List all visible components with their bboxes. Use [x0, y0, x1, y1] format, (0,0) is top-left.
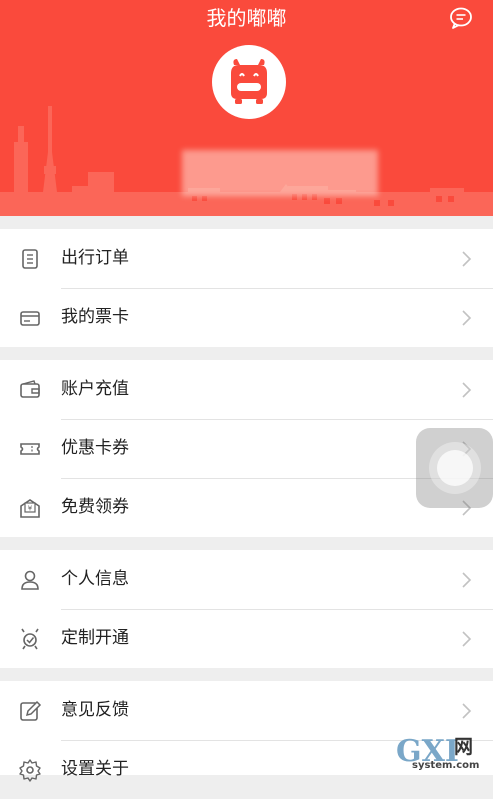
menu-item-my-tickets[interactable]: 我的票卡: [0, 288, 493, 347]
menu-item-label: 个人信息: [61, 569, 129, 589]
order-list-icon: [22, 249, 38, 269]
menu-item-label: 设置关于: [61, 759, 129, 779]
menu-item-label: 我的票卡: [61, 307, 129, 327]
car-mascot-icon: [231, 59, 267, 104]
person-icon: [21, 570, 39, 590]
chevron-right-icon: [462, 631, 472, 647]
edit-icon: [20, 700, 42, 721]
assistive-touch-core: [437, 450, 473, 486]
profile-header: 我的嘟嘟: [0, 0, 493, 216]
site-watermark: GXI 网 system.com: [396, 735, 488, 773]
svg-text:¥: ¥: [28, 505, 33, 513]
menu-item-custom-route[interactable]: 定制开通: [0, 609, 493, 668]
wallet-icon: [20, 380, 40, 398]
menu-section-profile: 个人信息 定制开通: [0, 550, 493, 668]
chevron-right-icon: [462, 572, 472, 588]
chevron-right-icon: [462, 251, 472, 267]
menu-item-account-recharge[interactable]: 账户充值: [0, 360, 493, 419]
chat-bubble-icon[interactable]: [448, 5, 474, 31]
gear-icon: [19, 759, 41, 782]
assistive-touch-button[interactable]: [416, 428, 493, 508]
avatar[interactable]: [212, 45, 286, 119]
coupon-icon: [20, 443, 40, 455]
ticket-card-icon: [20, 311, 40, 326]
menu-section-orders: 出行订单 我的票卡: [0, 229, 493, 347]
free-coupon-icon: ¥: [20, 499, 40, 518]
chevron-right-icon: [462, 703, 472, 719]
menu-item-label: 出行订单: [61, 248, 129, 268]
menu-item-trip-orders[interactable]: 出行订单: [0, 229, 493, 288]
page-title: 我的嘟嘟: [206, 6, 287, 30]
menu-item-label: 优惠卡券: [61, 438, 129, 458]
watermark-domain: system.com: [412, 760, 480, 771]
menu-item-label: 意见反馈: [61, 700, 129, 720]
menu-item-label: 免费领券: [61, 497, 129, 517]
chevron-right-icon: [462, 382, 472, 398]
menu-item-label: 定制开通: [61, 628, 129, 648]
chevron-right-icon: [462, 310, 472, 326]
menu-item-feedback[interactable]: 意见反馈: [0, 681, 493, 740]
menu-item-label: 账户充值: [61, 379, 129, 399]
menu-item-personal-info[interactable]: 个人信息: [0, 550, 493, 609]
username-text: [182, 150, 378, 196]
custom-route-icon: [21, 628, 39, 650]
watermark-cn-text: 网: [454, 736, 474, 758]
